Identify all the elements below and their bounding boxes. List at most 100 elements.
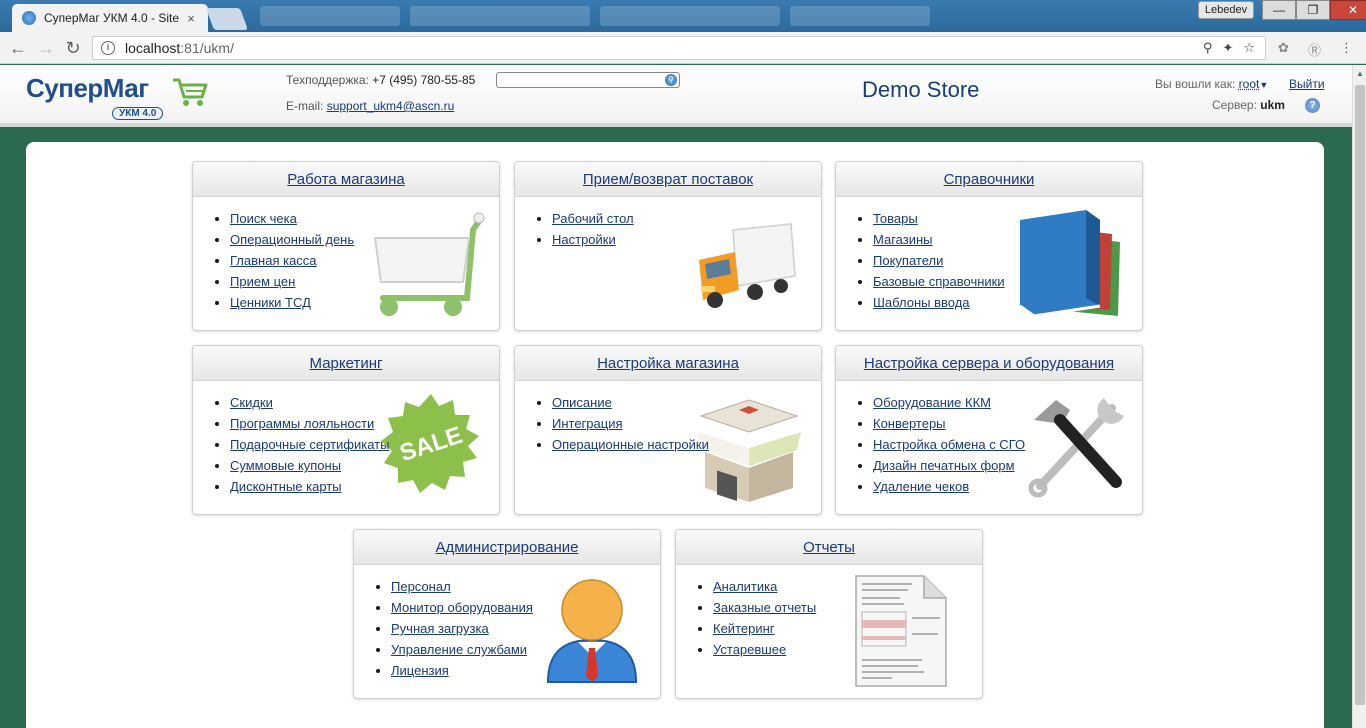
menu-link[interactable]: Прием цен — [230, 274, 295, 289]
url-host: localhost — [125, 40, 181, 56]
menu-link[interactable]: Программы лояльности — [230, 416, 374, 431]
menu-link[interactable]: Дизайн печатных форм — [873, 458, 1015, 473]
search-icon[interactable]: ⚲ — [665, 74, 677, 86]
card-title-link[interactable]: Маркетинг — [310, 355, 383, 372]
page-scrollbar[interactable]: ▲ — [1352, 65, 1366, 728]
books-icon — [1019, 210, 1120, 318]
card-title-link[interactable]: Администрирование — [435, 539, 578, 556]
background-tab[interactable] — [260, 6, 400, 26]
card-title-link[interactable]: Справочники — [944, 171, 1035, 188]
menu-link[interactable]: Заказные отчеты — [713, 600, 816, 615]
main-panel: Работа магазина Поиск чека Операционный … — [26, 142, 1324, 728]
zoom-icon[interactable]: ⚲ — [1203, 40, 1213, 56]
supermag-logo[interactable]: СуперМаг УКМ 4.0 — [26, 71, 216, 123]
menu-link[interactable]: Магазины — [873, 232, 933, 247]
store-name: Demo Store — [862, 77, 980, 102]
background-tab[interactable] — [410, 6, 590, 26]
card-title-link[interactable]: Работа магазина — [287, 171, 405, 188]
report-document-icon — [855, 575, 947, 687]
menu-link[interactable]: Персонал — [391, 579, 451, 594]
card-title-link[interactable]: Настройка сервера и оборудования — [864, 355, 1114, 372]
menu-link[interactable]: Описание — [552, 395, 612, 410]
card-marketing: Маркетинг Скидки Программы лояльности По… — [192, 345, 500, 515]
menu-link[interactable]: Операционные настройки — [552, 437, 709, 452]
menu-link[interactable]: Настройка обмена с СГО — [873, 437, 1025, 452]
menu-link[interactable]: Интеграция — [552, 416, 623, 431]
browser-toolbar: ← → ↻ i localhost:81/ukm/ ⚲ ✦ ☆ ✿ Ⓡ ⋮ — [0, 32, 1366, 64]
menu-link[interactable]: Аналитика — [713, 579, 777, 594]
site-info-icon[interactable]: i — [101, 41, 115, 55]
logged-in-label: Вы вошли как: — [1155, 77, 1236, 91]
cart-logo-icon — [173, 78, 208, 106]
address-bar[interactable]: i localhost:81/ukm/ ⚲ ✦ ☆ — [92, 36, 1266, 60]
close-window-button[interactable]: ✕ — [1330, 0, 1366, 20]
card-reports: Отчеты Аналитика Заказные отчеты Кейтери… — [675, 529, 983, 699]
tab-close-icon[interactable]: × — [184, 11, 198, 26]
delivery-truck-icon — [699, 223, 796, 308]
extension-paw-icon[interactable]: ✿ — [1278, 40, 1289, 56]
menu-link[interactable]: Ручная загрузка — [391, 621, 489, 636]
menu-link[interactable]: Операционный день — [230, 232, 354, 247]
browser-menu-icon[interactable]: ⋮ — [1340, 40, 1353, 56]
forward-button[interactable]: → — [36, 38, 56, 58]
search-input[interactable]: ⚲ — [496, 72, 680, 88]
reload-button[interactable]: ↻ — [63, 38, 83, 58]
sale-badge-icon: SALE — [381, 394, 479, 493]
menu-link[interactable]: Покупатели — [873, 253, 943, 268]
card-title-link[interactable]: Прием/возврат поставок — [583, 171, 753, 188]
support-email-link[interactable]: support_ukm4@ascn.ru — [327, 99, 455, 113]
browser-profile-button[interactable]: Lebedev — [1198, 1, 1254, 19]
scroll-up-icon[interactable]: ▲ — [1356, 69, 1364, 78]
menu-link[interactable]: Базовые справочники — [873, 274, 1005, 289]
chevron-down-icon[interactable]: ▼ — [1259, 80, 1268, 90]
menu-link[interactable]: Рабочий стол — [552, 211, 634, 226]
menu-link[interactable]: Настройки — [552, 232, 616, 247]
menu-link[interactable]: Конвертеры — [873, 416, 946, 431]
url-path: :81/ukm/ — [180, 40, 234, 56]
background-tab[interactable] — [790, 6, 930, 26]
user-admin-icon — [546, 579, 638, 683]
menu-link[interactable]: Суммовые купоны — [230, 458, 341, 473]
card-title-link[interactable]: Отчеты — [803, 539, 855, 556]
menu-link[interactable]: Лицензия — [391, 663, 449, 678]
background-tab[interactable] — [600, 6, 780, 26]
help-icon[interactable]: ? — [1305, 98, 1320, 113]
logo-text: СуперМаг — [26, 73, 149, 103]
minimize-button[interactable]: — — [1262, 0, 1296, 20]
new-tab-button[interactable] — [205, 8, 249, 30]
menu-link[interactable]: Товары — [873, 211, 918, 226]
menu-link[interactable]: Ценники ТСД — [230, 295, 311, 310]
menu-link[interactable]: Удаление чеков — [873, 479, 969, 494]
support-label: Техподдержка: — [286, 73, 369, 87]
support-phone-value: +7 (495) 780-55-85 — [372, 73, 476, 87]
menu-link[interactable]: Шаблоны ввода — [873, 295, 970, 310]
pin-icon[interactable]: ✦ — [1222, 40, 1233, 56]
scrollbar-thumb[interactable] — [1355, 85, 1365, 705]
back-button[interactable]: ← — [8, 38, 28, 58]
menu-link[interactable]: Монитор оборудования — [391, 600, 533, 615]
logo-badge: УКМ 4.0 — [112, 107, 164, 120]
maximize-button[interactable]: ❐ — [1296, 0, 1330, 20]
site-header: СуперМаг УКМ 4.0 Техподдержка: +7 (495) … — [0, 65, 1352, 127]
card-title-link[interactable]: Настройка магазина — [597, 355, 739, 372]
menu-link[interactable]: Кейтеринг — [713, 621, 775, 636]
menu-link[interactable]: Подарочные сертификаты — [230, 437, 389, 452]
card-directories: Справочники Товары Магазины Покупатели Б… — [835, 161, 1143, 331]
user-dropdown[interactable]: root — [1239, 77, 1260, 91]
menu-link[interactable]: Поиск чека — [230, 211, 297, 226]
extension-skype-icon[interactable]: Ⓡ — [1308, 40, 1321, 59]
server-value: ukm — [1260, 98, 1285, 112]
browser-tab-active[interactable]: СуперМаг УКМ 4.0 - Site × — [12, 4, 208, 32]
bookmark-star-icon[interactable]: ☆ — [1243, 40, 1255, 56]
menu-link[interactable]: Дисконтные карты — [230, 479, 342, 494]
logout-link[interactable]: Выйти — [1289, 77, 1325, 91]
server-info: Сервер: ukm — [1212, 98, 1285, 112]
menu-link[interactable]: Скидки — [230, 395, 273, 410]
card-server-settings: Настройка сервера и оборудования Оборудо… — [835, 345, 1143, 515]
menu-link[interactable]: Оборудование ККМ — [873, 395, 991, 410]
card-store-operations: Работа магазина Поиск чека Операционный … — [192, 161, 500, 331]
menu-link[interactable]: Главная касса — [230, 253, 317, 268]
menu-link[interactable]: Устаревшее — [713, 642, 786, 657]
support-phone: Техподдержка: +7 (495) 780-55-85 — [286, 73, 475, 87]
menu-link[interactable]: Управление службами — [391, 642, 527, 657]
